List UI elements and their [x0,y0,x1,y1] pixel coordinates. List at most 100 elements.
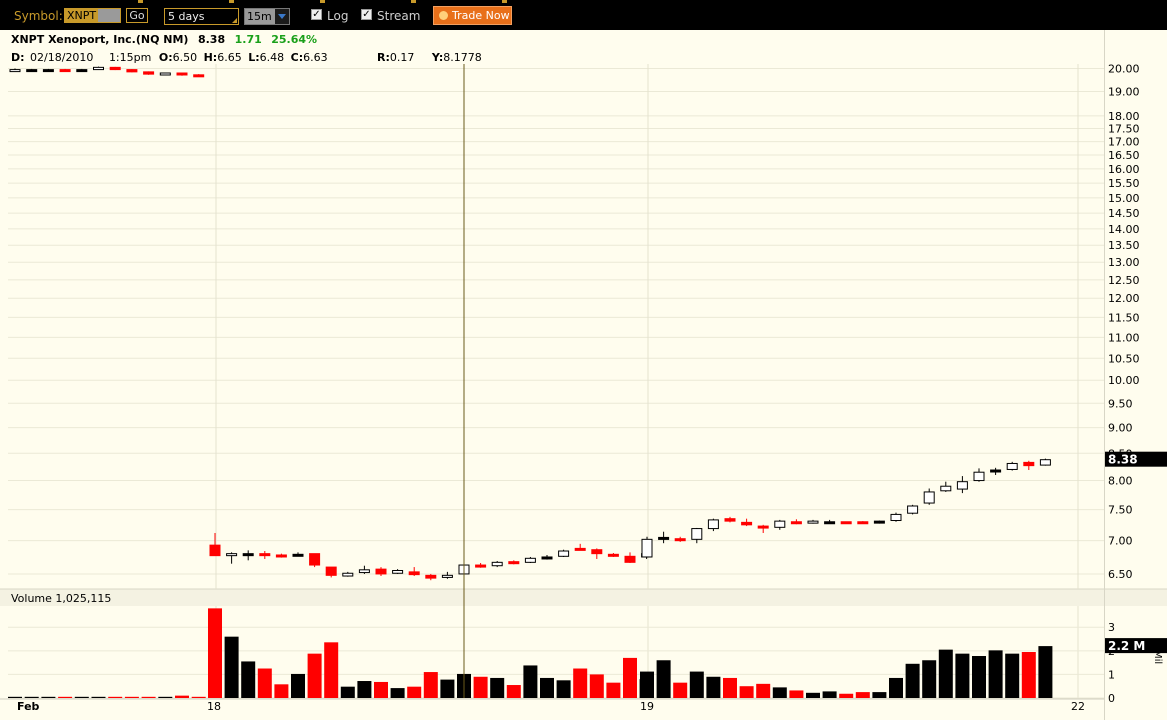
candle-body [907,505,919,514]
high-label: H: [203,51,218,64]
candle-body [76,69,88,73]
price-tick-label: 15.00 [1108,192,1140,205]
trade-now-button[interactable]: Trade Now [433,6,512,25]
low-value: 6.48 [259,51,285,64]
volume-tick-label: 1 [1108,668,1115,681]
volume-bar [706,676,721,698]
candle-body [541,556,553,560]
candle-body [574,547,586,551]
volume-bar [58,696,73,698]
trade-icon [439,11,448,20]
price-tick-label: 11.50 [1108,311,1140,324]
volume-bar [689,671,704,698]
candle-body [940,485,952,492]
candle-body [956,481,968,490]
price-tick-label: 20.00 [1108,62,1140,75]
volume-bar [175,695,189,698]
candle-body [475,564,487,568]
volume-bar [972,656,986,698]
volume-bar [158,696,173,698]
volume-bar [124,696,139,698]
volume-bar [440,679,455,698]
candle-body [408,571,420,576]
candle-body [325,566,337,576]
candle-body [143,71,155,75]
candle-body [873,520,885,524]
date-label: D: [11,51,25,64]
x-axis-label: 19 [640,700,654,713]
volume-label: Volume [11,592,52,605]
interval-select[interactable]: 15m [244,8,290,25]
volume-bar [324,642,339,698]
candle-body [193,74,205,78]
price-tick-label: 12.50 [1108,274,1140,287]
symbol-label: Symbol: [14,9,63,23]
candle-body [93,66,104,71]
volume-bar [789,690,804,698]
interval-select-value: 15m [247,10,272,23]
candle-body [674,538,686,542]
stream-checkbox-label: Stream [377,9,421,23]
volume-bar [855,692,870,698]
candle-body [9,69,21,73]
last-price-tag-label: 8.38 [1108,453,1138,467]
volume-bar [191,696,206,698]
volume-bar [374,681,388,698]
volume-bar [806,692,820,698]
volume-bar [423,672,438,698]
quote-last: 8.38 [197,33,226,46]
ohlc-line: D: 02/18/2010 1:15pm O:6.50 H:6.65 L:6.4… [11,51,328,64]
volume-bar [24,696,39,698]
chevron-down-icon[interactable] [275,9,289,24]
price-tick-label: 19.00 [1108,86,1140,99]
volume-bar [955,653,970,698]
stream-checkbox[interactable]: ✓ [361,9,372,20]
candle-body [109,66,121,71]
candle-body [159,72,171,76]
candle-body [990,469,1002,473]
symbol-input[interactable]: XNPT [64,8,121,23]
volume-bar [872,692,887,698]
candle-body [59,69,71,73]
price-tick-label: 13.50 [1108,239,1140,252]
chart-area[interactable]: 20.00 19.00 18.00 17.50 17.00 16.50 16.00 15.50… [0,30,1167,720]
symbol-input-value: XNPT [65,9,99,22]
volume-bar [922,660,937,698]
volume-bar [556,680,571,698]
volume-bar [473,676,488,698]
price-tick-label: 13.00 [1108,256,1140,269]
candle-body [1039,459,1051,466]
volume-bar [1005,653,1020,698]
candle-body [126,69,138,73]
volume-bar [307,653,322,698]
candle-body [242,553,254,557]
x-axis-label: 18 [207,700,221,713]
quote-change-pct: 25.64% [271,33,318,46]
range-select[interactable]: 5 days [164,8,239,25]
volume-bar [723,677,737,698]
volume-unit-label: Mil [1152,650,1163,664]
candle-body [724,518,736,522]
volume-bar [523,665,538,698]
price-tick-label: 7.50 [1108,504,1133,517]
candle-body [259,553,271,557]
volume-bar [1038,646,1053,698]
toolbar-top-ticks [0,0,1167,3]
price-tick-label: 10.50 [1108,352,1140,365]
candle-body [176,72,188,76]
volume-value: 1,025,115 [55,592,112,605]
candle-body [641,538,653,558]
go-button[interactable]: Go [126,8,148,23]
candle-body [375,568,387,575]
candle-body [42,69,54,73]
candle-body [441,574,453,578]
volume-bar [1021,652,1036,698]
chart-svg[interactable]: 20.0019.0018.0017.5017.0016.5016.0015.50… [0,30,1167,720]
candle-body [624,555,636,563]
candle-body [774,520,786,528]
log-checkbox[interactable]: ✓ [311,9,322,20]
price-tick-label: 17.50 [1108,123,1140,136]
candle-body [741,521,753,526]
price-tick-label: 12.00 [1108,292,1140,305]
candle-body [1023,461,1035,467]
